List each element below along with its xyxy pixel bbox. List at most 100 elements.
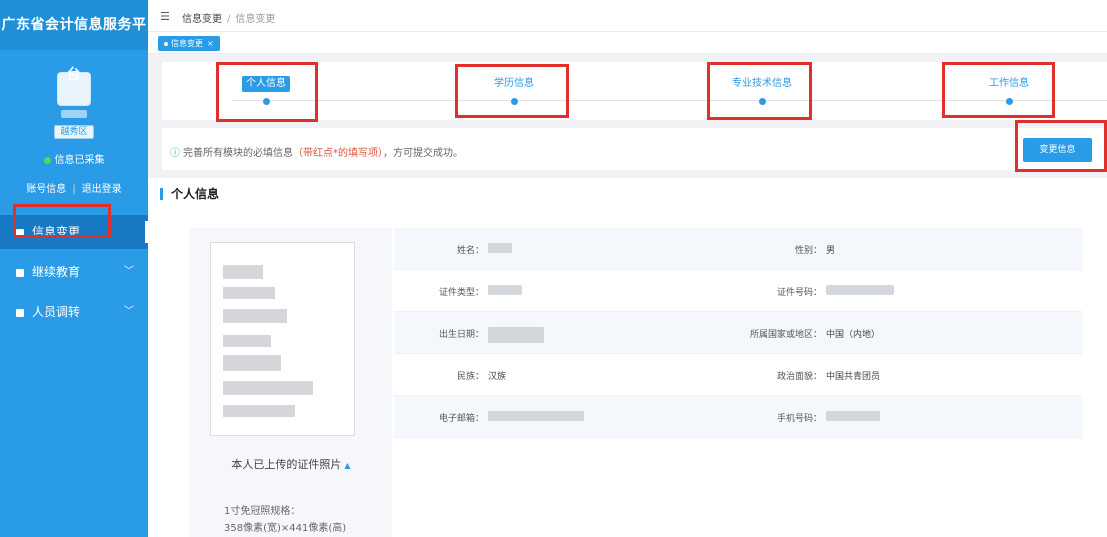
step-dot-icon bbox=[1005, 98, 1013, 105]
status-dot-icon bbox=[43, 156, 51, 164]
sidebar: 广东省会计信息服务平台 越秀区 信息已采集 账号信息 | 退出登录 信息变更 继续教… bbox=[0, 0, 148, 537]
field-value bbox=[488, 285, 522, 296]
chevron-down-icon: ﹀ bbox=[124, 266, 134, 277]
step-dot-icon bbox=[758, 98, 766, 105]
field-country: 所属国家或地区： 中国（内地） bbox=[738, 312, 1082, 354]
field-value bbox=[488, 327, 544, 343]
account-links: 账号信息 | 退出登录 bbox=[0, 180, 148, 195]
field-name: 姓名： bbox=[394, 228, 738, 270]
menu-item-info-change[interactable]: 信息变更 bbox=[0, 215, 148, 249]
field-label: 出生日期： bbox=[438, 330, 484, 340]
field-label: 所属国家或地区： bbox=[749, 330, 822, 340]
field-email: 电子邮箱： bbox=[394, 396, 738, 438]
status-text: 信息已采集 bbox=[54, 155, 105, 166]
step-education-info[interactable]: 学历信息 bbox=[479, 76, 549, 105]
notice-warning: （带红点*的填写项） bbox=[293, 148, 383, 159]
edit-icon bbox=[16, 228, 24, 237]
photo-spec: 1寸免冠照规格： 358像素(宽)×441像素(高) bbox=[224, 503, 346, 537]
field-id-type: 证件类型： bbox=[394, 270, 738, 312]
brand-title: 广东省会计信息服务平台 bbox=[0, 0, 148, 83]
table-row: 姓名： 性别： 男 bbox=[394, 228, 1082, 270]
field-ethnicity: 民族： 汉族 bbox=[394, 354, 738, 396]
field-label: 证件号码： bbox=[776, 288, 822, 298]
section-title: 个人信息 bbox=[160, 188, 219, 200]
change-info-button[interactable]: 变更信息 bbox=[1023, 138, 1092, 162]
top-bar: ☰ 信息变更 / 信息变更 bbox=[148, 0, 1107, 32]
table-row: 民族： 汉族 政治面貌： 中国共青团员 bbox=[394, 354, 1082, 396]
field-birth-date: 出生日期： bbox=[394, 312, 738, 354]
menu-label: 信息变更 bbox=[32, 225, 81, 239]
tab-dot-icon bbox=[164, 41, 168, 46]
logout-link[interactable]: 退出登录 bbox=[82, 184, 122, 195]
menu-item-continuing-education[interactable]: 继续教育 ﹀ bbox=[0, 255, 148, 289]
field-value: 中国共青团员 bbox=[826, 372, 881, 382]
user-name bbox=[0, 110, 148, 121]
field-value bbox=[826, 285, 894, 296]
notice-text: ⓘ 完善所有模块的必填信息（带红点*的填写项），方可提交成功。 bbox=[170, 144, 463, 159]
field-value: 男 bbox=[826, 246, 836, 256]
account-separator: | bbox=[72, 184, 76, 195]
field-label: 证件类型： bbox=[438, 288, 484, 298]
step-label: 学历信息 bbox=[494, 78, 534, 89]
step-label: 工作信息 bbox=[989, 78, 1029, 89]
field-value bbox=[826, 411, 880, 422]
book-icon bbox=[16, 268, 24, 277]
menu-toggle-icon[interactable]: ☰ bbox=[160, 10, 170, 23]
tab-label: 信息变更 bbox=[171, 39, 203, 48]
table-row: 证件类型： 证件号码： bbox=[394, 270, 1082, 312]
field-value bbox=[488, 411, 584, 422]
step-personal-info[interactable]: 个人信息 bbox=[231, 76, 301, 105]
step-navigation: 个人信息 学历信息 专业技术信息 工作信息 bbox=[162, 62, 1107, 120]
photo-caption-text: 本人已上传的证件照片 bbox=[231, 458, 342, 471]
menu-label: 继续教育 bbox=[32, 265, 81, 279]
breadcrumb-current: 信息变更 bbox=[235, 14, 276, 25]
tab-info-change[interactable]: 信息变更 × bbox=[158, 36, 220, 51]
field-label: 手机号码： bbox=[776, 414, 822, 424]
field-label: 电子邮箱： bbox=[438, 414, 484, 424]
account-info-link[interactable]: 账号信息 bbox=[26, 184, 66, 195]
step-label: 个人信息 bbox=[242, 76, 290, 92]
notice-prefix: 完善所有模块的必填信息 bbox=[183, 148, 293, 159]
step-dot-icon bbox=[510, 98, 518, 105]
tabs-bar: 信息变更 × bbox=[148, 32, 1107, 54]
spec-line: 1寸免冠照规格： bbox=[224, 506, 301, 517]
photo-caption[interactable]: 本人已上传的证件照片 ▲ bbox=[190, 456, 392, 472]
field-phone: 手机号码： bbox=[738, 396, 1082, 438]
table-row: 电子邮箱： 手机号码： bbox=[394, 396, 1082, 438]
breadcrumb-item[interactable]: 信息变更 bbox=[182, 14, 222, 25]
collection-status: 信息已采集 bbox=[0, 151, 148, 166]
field-label: 政治面貌： bbox=[776, 372, 822, 382]
id-photo bbox=[210, 242, 355, 436]
region-badge: 越秀区 bbox=[54, 125, 94, 139]
field-political-status: 政治面貌： 中国共青团员 bbox=[738, 354, 1082, 396]
step-label: 专业技术信息 bbox=[732, 78, 792, 89]
menu-label: 人员调转 bbox=[32, 305, 81, 319]
info-icon: ⓘ bbox=[170, 148, 180, 159]
info-table: 姓名： 性别： 男 证件类型： 证件号码： 出生日期： 所属国家或地区： 中国（内地… bbox=[394, 228, 1082, 438]
close-icon[interactable]: × bbox=[207, 39, 214, 48]
photo-column: 本人已上传的证件照片 ▲ 1寸免冠照规格： 358像素(宽)×441像素(高) bbox=[190, 228, 392, 537]
personal-info-panel: 个人信息 本人已上传的证件照片 ▲ 1寸免冠照规格： 358像素(宽)×441像素… bbox=[148, 178, 1107, 537]
breadcrumb-separator: / bbox=[227, 14, 231, 25]
field-label: 姓名： bbox=[456, 246, 484, 256]
step-work-info[interactable]: 工作信息 bbox=[974, 76, 1044, 105]
field-label: 民族： bbox=[456, 372, 484, 382]
notice-bar: ⓘ 完善所有模块的必填信息（带红点*的填写项），方可提交成功。 变更信息 bbox=[162, 128, 1107, 170]
field-id-number: 证件号码： bbox=[738, 270, 1082, 312]
field-label: 性别： bbox=[794, 246, 822, 256]
table-row: 出生日期： 所属国家或地区： 中国（内地） bbox=[394, 312, 1082, 354]
field-value: 汉族 bbox=[488, 372, 507, 382]
transfer-icon bbox=[16, 308, 24, 317]
step-dot-icon bbox=[262, 98, 270, 105]
field-value bbox=[488, 243, 512, 254]
notice-suffix: ，方可提交成功。 bbox=[383, 148, 463, 159]
caret-up-icon: ▲ bbox=[344, 461, 351, 470]
side-menu: 信息变更 继续教育 ﹀ 人员调转 ﹀ bbox=[0, 215, 148, 329]
field-gender: 性别： 男 bbox=[738, 228, 1082, 270]
field-value: 中国（内地） bbox=[826, 330, 881, 340]
menu-item-personnel-transfer[interactable]: 人员调转 ﹀ bbox=[0, 295, 148, 329]
step-professional-info[interactable]: 专业技术信息 bbox=[727, 76, 797, 105]
spec-line: 358像素(宽)×441像素(高) bbox=[224, 523, 347, 534]
chevron-down-icon: ﹀ bbox=[124, 306, 134, 317]
breadcrumb: 信息变更 / 信息变更 bbox=[182, 10, 275, 25]
